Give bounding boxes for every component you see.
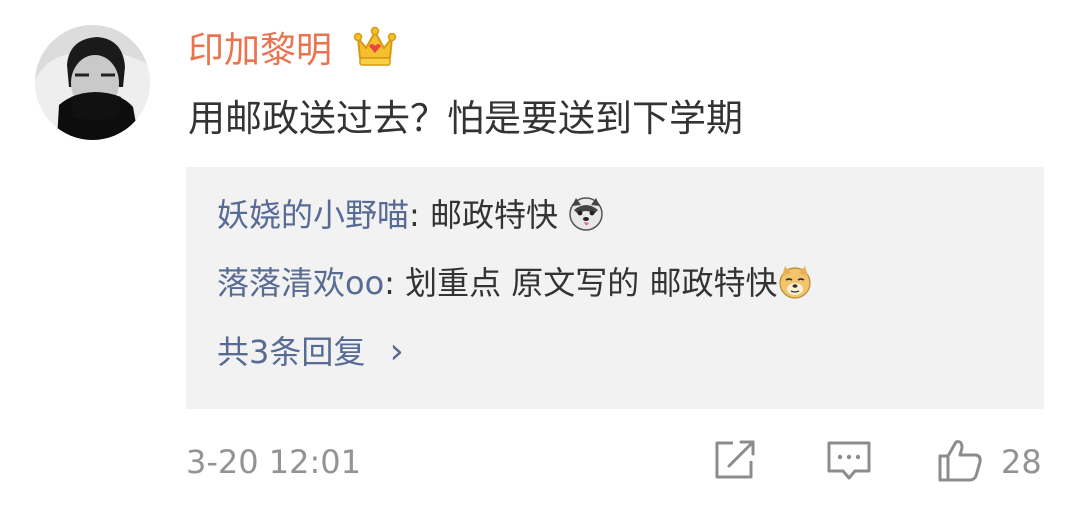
like-button[interactable]	[936, 436, 984, 484]
share-icon	[715, 440, 755, 479]
reply-author[interactable]: 落落清欢oo	[217, 264, 384, 302]
comment-icon	[827, 441, 871, 480]
reply-separator: :	[384, 264, 406, 302]
reply-separator: :	[409, 196, 430, 234]
like-count: 28	[1001, 443, 1042, 481]
reply-item[interactable]: 妖娆的小野喵: 邮政特快	[217, 193, 604, 237]
share-button[interactable]	[711, 436, 759, 484]
avatar[interactable]	[35, 25, 150, 140]
replies-panel[interactable]: 妖娆的小野喵: 邮政特快 落落清欢oo: 划重点 原文写的 邮政特快 共3条回复…	[186, 167, 1044, 409]
thumbs-up-icon	[938, 440, 982, 482]
more-replies-label: 共3条回复	[217, 333, 366, 371]
reply-button[interactable]	[825, 436, 873, 484]
reply-text: 邮政特快	[429, 196, 569, 234]
chevron-right-icon: ›	[389, 331, 404, 372]
reply-item[interactable]: 落落清欢oo: 划重点 原文写的 邮政特快	[217, 261, 813, 305]
username[interactable]: 印加黎明	[188, 26, 332, 76]
more-replies-link[interactable]: 共3条回复 ›	[217, 330, 404, 374]
crown-icon	[352, 24, 398, 68]
comment-text: 用邮政送过去？怕是要送到下学期	[188, 97, 743, 140]
husky-emoji-icon	[568, 196, 604, 232]
reply-text: 划重点 原文写的 邮政特快	[405, 264, 778, 302]
doge-emoji-icon	[777, 264, 813, 300]
reply-author[interactable]: 妖娆的小野喵	[217, 196, 409, 234]
timestamp: 3-20 12:01	[186, 443, 362, 481]
